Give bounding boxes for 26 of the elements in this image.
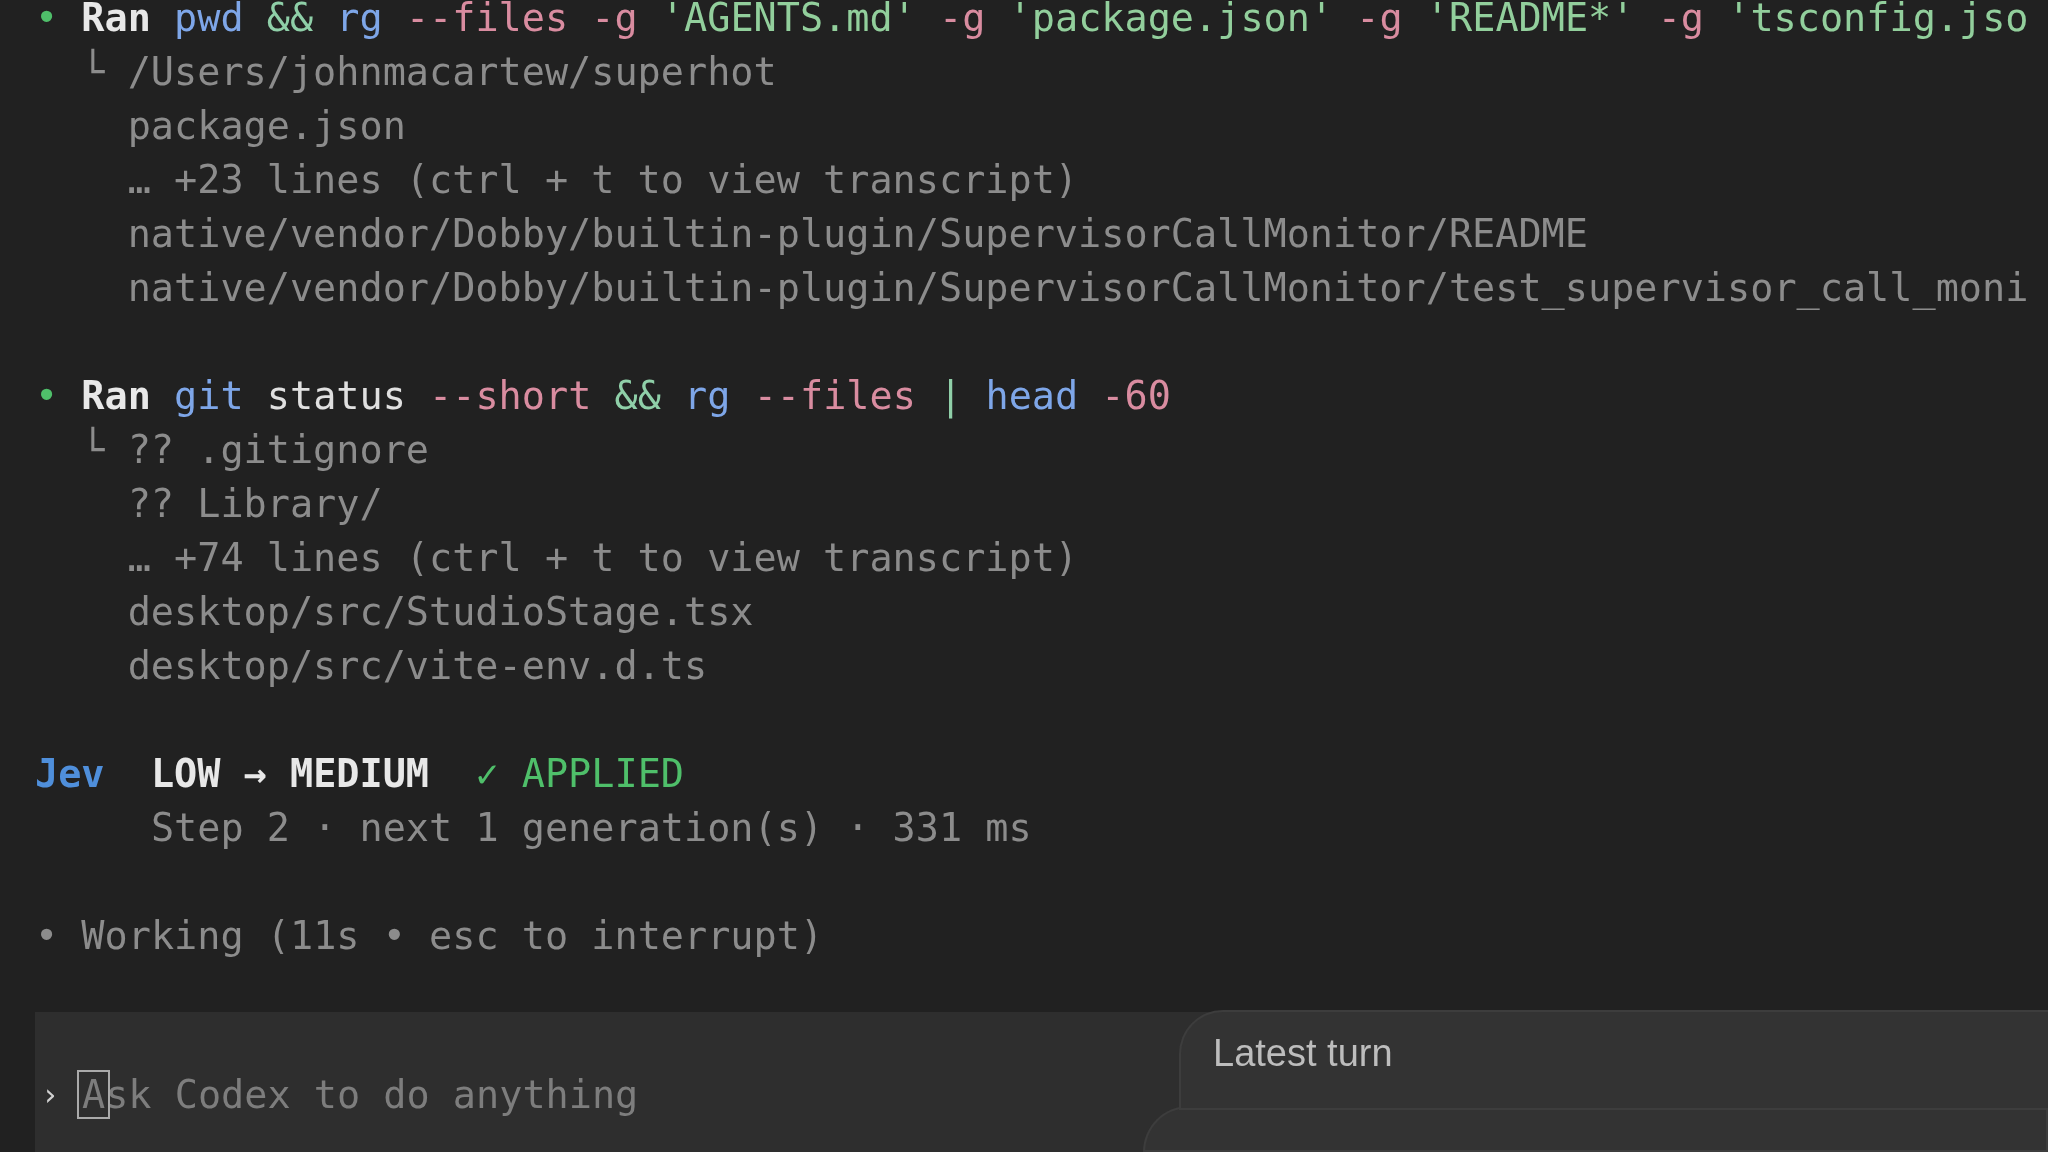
bullet-icon: • — [35, 909, 59, 963]
tree-branch-icon: └ — [81, 45, 105, 99]
prompt-chevron-icon: › — [41, 1076, 82, 1112]
output-line: … +74 lines (ctrl + t to view transcript) — [127, 534, 1079, 582]
command-label: Ran — [81, 0, 151, 42]
command-text: pwd && rg --files -g 'AGENTS.md' -g 'package.json' -g 'README*' -g 'tsconfig.jso — [173, 0, 2029, 42]
output-line: package.json — [127, 102, 406, 150]
command-label: Ran — [81, 372, 151, 420]
tree-branch-icon: └ — [81, 423, 105, 477]
level-change: LOW → MEDIUM — [150, 750, 430, 798]
bullet-icon: • — [35, 369, 59, 423]
output-line: native/vendor/Dobby/builtin-plugin/SupervisorCallMonitor/test_supervisor_call_moni — [127, 264, 2029, 312]
event-source: Jev — [35, 750, 105, 798]
result-label: ✓ APPLIED — [475, 750, 684, 798]
output-line: desktop/src/vite-env.d.ts — [127, 642, 708, 690]
output-line: ?? .gitignore — [127, 426, 429, 474]
output-line: desktop/src/StudioStage.tsx — [127, 588, 754, 636]
output-line: native/vendor/Dobby/builtin-plugin/SupervisorCallMonitor/README — [127, 210, 1588, 258]
status-text: Working (11s • esc to interrupt) — [81, 912, 824, 960]
output-line: /Users/johnmacartew/superhot — [127, 48, 777, 96]
command-text: git status --short && rg --files | head -60 — [173, 372, 1171, 421]
output-line: ?? Library/ — [127, 480, 383, 528]
event-detail: Step 2 · next 1 generation(s) · 331 ms — [150, 804, 1032, 852]
popover-title: Latest turn — [1213, 1032, 1393, 1074]
bullet-icon: • — [35, 0, 59, 45]
output-line: … +23 lines (ctrl + t to view transcript) — [127, 156, 1079, 204]
